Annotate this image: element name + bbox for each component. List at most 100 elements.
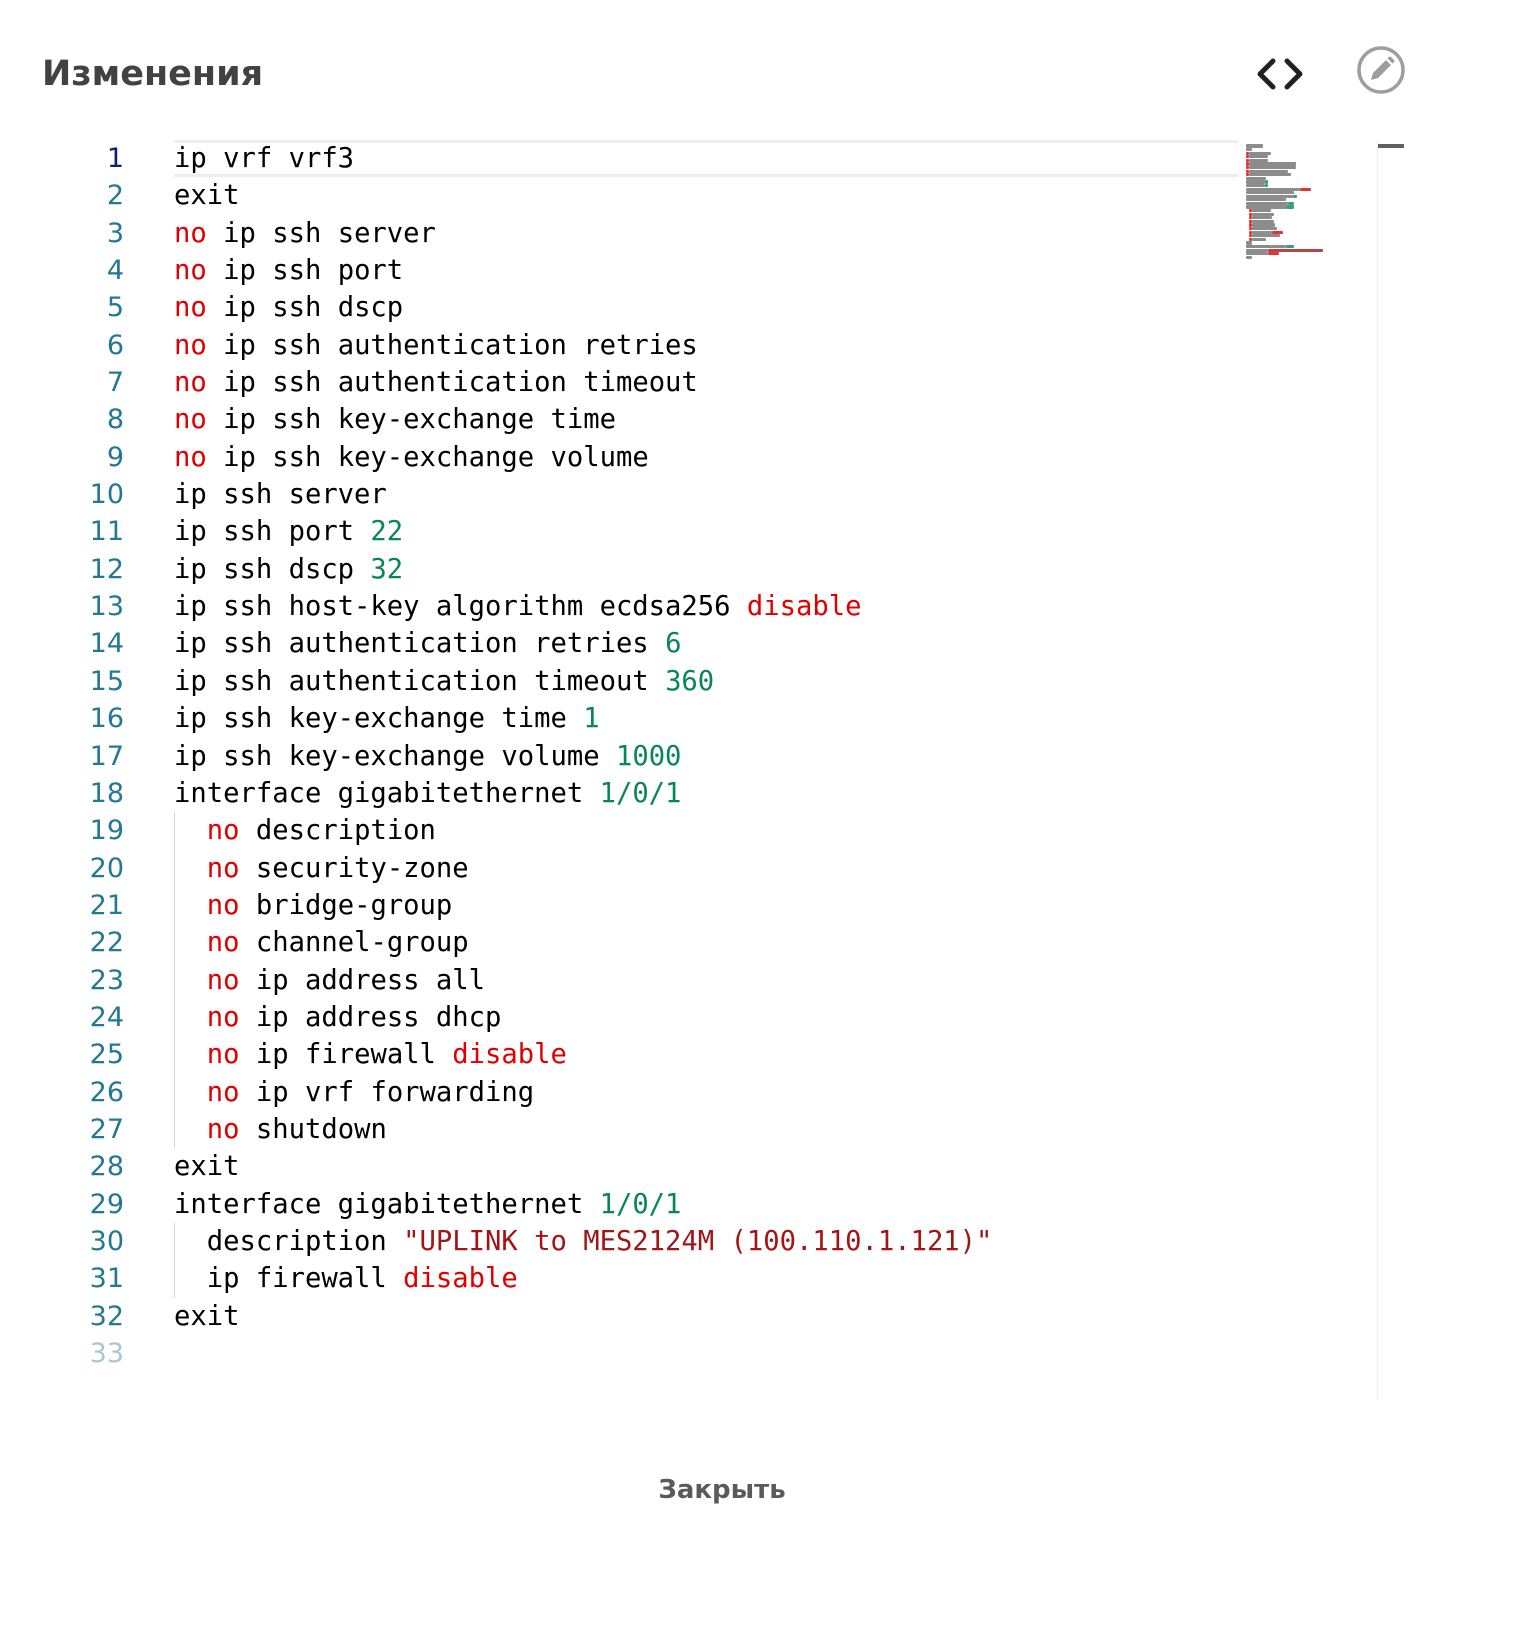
code-token: ip ssh dscp	[174, 553, 371, 585]
code-line[interactable]: no ip ssh port	[174, 252, 1238, 289]
line-number: 18	[89, 777, 124, 809]
code-token: 360	[665, 665, 715, 697]
code-token: 1000	[615, 740, 682, 772]
code-line[interactable]: exit	[174, 177, 1238, 214]
code-line[interactable]: exit	[174, 1148, 1238, 1185]
minimap[interactable]	[1246, 144, 1366, 264]
code-token: exit	[174, 1300, 240, 1332]
code-line[interactable]: ip ssh port 22	[174, 513, 1238, 550]
code-line[interactable]: ip ssh dscp 32	[174, 551, 1238, 588]
code-token: no	[206, 927, 240, 959]
code-line[interactable]: ip firewall disable	[174, 1260, 1238, 1297]
code-token: ip ssh authentication retries	[206, 329, 698, 361]
code-line[interactable]: no bridge-group	[174, 887, 1238, 924]
code-line[interactable]: no ip ssh server	[174, 215, 1238, 252]
code-line[interactable]: no ip ssh key-exchange time	[174, 401, 1238, 438]
code-token: 1/0/1	[599, 1188, 682, 1220]
code-token: disable	[452, 1039, 567, 1071]
code-token: ip address all	[239, 964, 486, 996]
code-token: no	[174, 255, 207, 287]
vertical-scrollbar[interactable]	[1377, 140, 1378, 1400]
code-line[interactable]: ip ssh host-key algorithm ecdsa256 disab…	[174, 588, 1238, 625]
code-line[interactable]: no ip address all	[174, 962, 1238, 999]
code-line[interactable]	[174, 1335, 1238, 1372]
code-line[interactable]: ip ssh key-exchange volume 1000	[174, 738, 1238, 775]
line-number: 16	[89, 703, 124, 735]
code-line[interactable]: ip ssh authentication retries 6	[174, 625, 1238, 662]
edit-button[interactable]	[1356, 45, 1406, 95]
line-number: 4	[106, 255, 124, 287]
code-token: 1	[583, 703, 600, 735]
line-number: 32	[89, 1300, 124, 1332]
code-line[interactable]: no shutdown	[174, 1111, 1238, 1148]
line-number: 11	[89, 516, 124, 548]
code-token: ip ssh host-key algorithm ecdsa256	[174, 591, 747, 623]
close-button[interactable]: Закрыть	[622, 1466, 822, 1514]
line-number: 29	[89, 1188, 124, 1220]
code-line[interactable]: ip ssh server	[174, 476, 1238, 513]
line-number: 27	[89, 1113, 124, 1145]
code-line[interactable]: interface gigabitethernet 1/0/1	[174, 1186, 1238, 1223]
code-line[interactable]: exit	[174, 1298, 1238, 1335]
line-number: 33	[89, 1338, 124, 1369]
scrollbar-thumb[interactable]	[1378, 144, 1404, 148]
code-token: channel-group	[239, 927, 469, 959]
code-token: no	[206, 1039, 240, 1071]
code-token: no	[174, 329, 207, 361]
code-line[interactable]: ip ssh authentication timeout 360	[174, 663, 1238, 700]
line-number: 17	[89, 740, 124, 772]
code-brackets-icon	[1257, 58, 1303, 90]
code-token: exit	[174, 1151, 240, 1183]
line-number: 20	[89, 852, 124, 884]
code-token: security-zone	[239, 852, 469, 884]
line-number: 19	[89, 815, 124, 847]
code-line[interactable]: ip vrf vrf3	[174, 140, 1238, 177]
code-line[interactable]: no ip ssh authentication timeout	[174, 364, 1238, 401]
code-token: ip firewall	[174, 1263, 404, 1295]
code-token: ip ssh dscp	[206, 292, 404, 324]
code-token: no	[206, 1076, 240, 1108]
line-number: 22	[89, 927, 124, 959]
line-number: 23	[89, 964, 124, 996]
code-token: ip ssh key-exchange time	[206, 404, 616, 436]
code-token: disable	[403, 1263, 518, 1295]
code-line[interactable]: no channel-group	[174, 924, 1238, 961]
line-number: 15	[89, 665, 124, 697]
line-number: 31	[89, 1263, 124, 1295]
code-token: no	[206, 1113, 240, 1145]
code-token: no	[206, 964, 240, 996]
code-line[interactable]: no security-zone	[174, 850, 1238, 887]
code-line[interactable]: description "UPLINK to MES2124M (100.110…	[174, 1223, 1238, 1260]
code-token: no	[174, 441, 207, 473]
code-line[interactable]: no ip ssh authentication retries	[174, 327, 1238, 364]
code-editor[interactable]: 1 2 3 4 5 6 7 8 9 10 11 12 13 14 15 16 17 18 19 20 21 22 23 24 2…	[0, 140, 1410, 1400]
code-token: ip firewall	[239, 1039, 453, 1071]
code-line[interactable]: no ip vrf forwarding	[174, 1074, 1238, 1111]
code-line[interactable]: no ip address dhcp	[174, 999, 1238, 1036]
code-lines[interactable]: ip vrf vrf3 exit no ip ssh server no ip ssh…	[174, 140, 1238, 1372]
line-number: 9	[106, 441, 124, 473]
code-line[interactable]: ip ssh key-exchange time 1	[174, 700, 1238, 737]
line-number: 12	[89, 553, 124, 585]
code-token: exit	[174, 180, 240, 212]
code-token: ip ssh authentication retries	[174, 628, 666, 660]
code-token: bridge-group	[239, 889, 453, 921]
code-view-toggle[interactable]	[1252, 52, 1308, 96]
code-line[interactable]: no ip firewall disable	[174, 1036, 1238, 1073]
code-token: ip ssh key-exchange volume	[206, 441, 649, 473]
line-number: 7	[106, 367, 124, 399]
code-line[interactable]: no ip ssh dscp	[174, 289, 1238, 326]
code-line[interactable]: interface gigabitethernet 1/0/1	[174, 775, 1238, 812]
code-line[interactable]: no description	[174, 812, 1238, 849]
code-token: 1/0/1	[599, 777, 682, 809]
code-token: no	[206, 1001, 240, 1033]
line-number: 5	[106, 292, 124, 324]
code-line[interactable]: no ip ssh key-exchange volume	[174, 439, 1238, 476]
